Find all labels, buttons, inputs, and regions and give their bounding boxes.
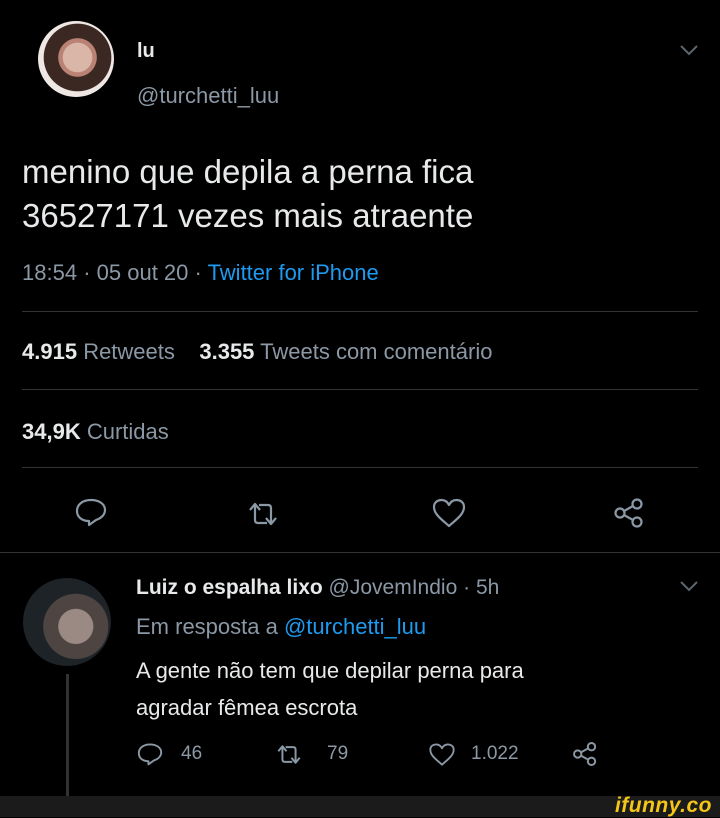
- reply-icon[interactable]: [136, 742, 164, 766]
- tweet-text-line2: 36527171 vezes mais atraente: [22, 197, 474, 234]
- divider: [22, 389, 698, 390]
- retweet-icon[interactable]: [274, 743, 304, 766]
- like-icon[interactable]: [431, 497, 467, 529]
- reply-text-line2: agradar fêmea escrota: [136, 695, 358, 720]
- meta-separator: ·: [463, 576, 471, 599]
- reply-text: A gente não tem que depilar perna para a…: [136, 652, 524, 726]
- likes-count: 34,9K: [22, 419, 81, 444]
- quotes-stat[interactable]: 3.355 Tweets com comentário: [199, 339, 492, 364]
- reply-context: Em resposta a @turchetti_luu: [136, 614, 426, 640]
- reply-text-line1: A gente não tem que depilar perna para: [136, 658, 524, 683]
- tweet-text: menino que depila a perna fica 36527171 …: [22, 150, 473, 238]
- reply-time[interactable]: 5h: [476, 576, 499, 599]
- tweet-date: 05 out 20: [96, 260, 189, 285]
- retweet-icon[interactable]: [245, 500, 281, 528]
- ifunny-watermark: ifunny.co: [614, 794, 712, 817]
- reply-icon[interactable]: [74, 497, 108, 527]
- reply-likes-count: 1.022: [471, 743, 519, 764]
- tweet-text-line1: menino que depila a perna fica: [22, 153, 474, 190]
- author-avatar[interactable]: [38, 21, 114, 97]
- watermark-bar: [0, 796, 720, 817]
- retweets-label: Retweets: [83, 339, 175, 364]
- chevron-down-icon[interactable]: [678, 578, 700, 594]
- quote-label: Tweets com comentário: [260, 339, 493, 364]
- divider: [22, 311, 698, 312]
- reply-prefix: Em resposta a: [136, 614, 278, 639]
- reply-to-handle[interactable]: @turchetti_luu: [284, 614, 426, 639]
- reply-author-handle[interactable]: @JovemIndio: [329, 576, 458, 599]
- tweet-time: 18:54: [22, 260, 78, 285]
- divider: [0, 552, 720, 553]
- likes-stat[interactable]: 34,9K Curtidas: [22, 419, 169, 445]
- tweet-meta: 18:54 · 05 out 20 · Twitter for iPhone: [22, 260, 379, 286]
- stats-row: 4.915 Retweets 3.355 Tweets com comentár…: [22, 339, 492, 365]
- retweets-stat[interactable]: 4.915 Retweets: [22, 339, 175, 364]
- meta-separator: ·: [194, 260, 202, 285]
- quote-count: 3.355: [199, 339, 255, 364]
- author-handle[interactable]: @turchetti_luu: [137, 83, 279, 109]
- retweets-count: 4.915: [22, 339, 78, 364]
- share-icon[interactable]: [612, 497, 646, 529]
- author-name[interactable]: lu: [137, 40, 155, 63]
- reply-retweets-count: 79: [327, 743, 349, 764]
- reply-header: Luiz o espalha lixo @JovemIndio · 5h: [136, 576, 499, 600]
- meta-separator: ·: [83, 260, 91, 285]
- chevron-down-icon[interactable]: [678, 42, 700, 58]
- tweet-client[interactable]: Twitter for iPhone: [208, 260, 379, 285]
- divider: [22, 467, 698, 468]
- reply-replies-count: 46: [181, 743, 203, 764]
- share-icon[interactable]: [571, 741, 599, 767]
- reply-author-avatar[interactable]: [23, 578, 111, 666]
- reply-author-name[interactable]: Luiz o espalha lixo: [136, 576, 323, 599]
- like-icon[interactable]: [428, 742, 456, 767]
- thread-line: [66, 674, 69, 799]
- likes-label: Curtidas: [86, 419, 169, 444]
